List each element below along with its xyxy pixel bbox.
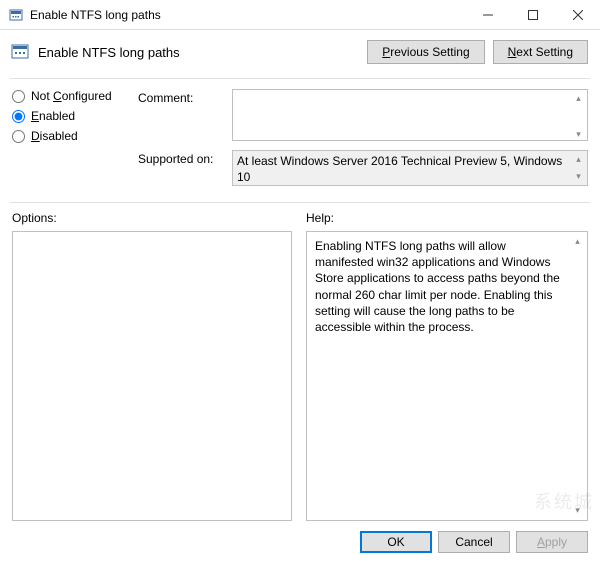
footer: OK Cancel Apply <box>0 521 600 561</box>
header-row: Enable NTFS long paths Previous Setting … <box>0 30 600 74</box>
next-setting-button[interactable]: Next Setting <box>493 40 588 64</box>
separator <box>10 78 590 79</box>
comment-label: Comment: <box>138 89 222 144</box>
right-column: Comment: ▴ ▾ Supported on: At least Wind… <box>138 89 588 190</box>
radio-label: Disabled <box>31 129 78 143</box>
window-controls <box>465 0 600 29</box>
radio-label: Enabled <box>31 109 75 123</box>
scroll-up-icon[interactable]: ▴ <box>570 90 587 107</box>
titlebar: Enable NTFS long paths <box>0 0 600 30</box>
separator <box>10 202 590 203</box>
help-text: Enabling NTFS long paths will allow mani… <box>315 239 560 334</box>
cancel-button[interactable]: Cancel <box>438 531 510 553</box>
radio-not-configured[interactable]: Not Configured <box>12 89 124 103</box>
radio-enabled[interactable]: Enabled <box>12 109 124 123</box>
help-panel: Enabling NTFS long paths will allow mani… <box>306 231 588 521</box>
page-title: Enable NTFS long paths <box>38 45 359 60</box>
options-panel <box>12 231 292 521</box>
state-column: Not Configured Enabled Disabled <box>12 89 124 190</box>
scroll-up-icon[interactable]: ▴ <box>569 233 586 250</box>
main-split: Options: Help: Enabling NTFS long paths … <box>0 211 600 521</box>
scroll-down-icon[interactable]: ▾ <box>570 126 587 143</box>
minimize-button[interactable] <box>465 0 510 29</box>
apply-button[interactable]: Apply <box>516 531 588 553</box>
supported-label: Supported on: <box>138 150 222 186</box>
radio-disabled-input[interactable] <box>12 130 25 143</box>
options-label: Options: <box>12 211 292 225</box>
comment-input[interactable] <box>232 89 588 141</box>
scroll-down-icon[interactable]: ▾ <box>570 168 587 185</box>
previous-setting-button[interactable]: Previous Setting <box>367 40 484 64</box>
top-grid: Not Configured Enabled Disabled Comment:… <box>0 89 600 190</box>
radio-not-configured-input[interactable] <box>12 90 25 103</box>
scroll-up-icon[interactable]: ▴ <box>570 151 587 168</box>
close-button[interactable] <box>555 0 600 29</box>
radio-enabled-input[interactable] <box>12 110 25 123</box>
window-title: Enable NTFS long paths <box>30 8 465 22</box>
supported-on-field: At least Windows Server 2016 Technical P… <box>232 150 588 186</box>
app-icon <box>8 7 24 23</box>
policy-icon <box>10 42 30 62</box>
radio-label: Not Configured <box>31 89 112 103</box>
scroll-down-icon[interactable]: ▾ <box>569 502 586 519</box>
radio-disabled[interactable]: Disabled <box>12 129 124 143</box>
maximize-button[interactable] <box>510 0 555 29</box>
help-label: Help: <box>306 211 588 225</box>
ok-button[interactable]: OK <box>360 531 432 553</box>
